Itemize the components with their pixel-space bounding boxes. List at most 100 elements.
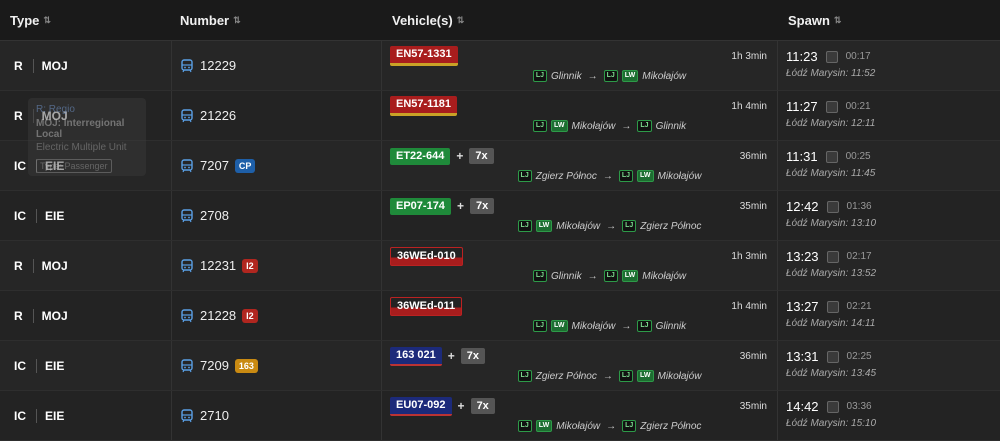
route-from: Glinnik [551, 270, 582, 282]
spawn-checkbox[interactable] [825, 150, 838, 163]
arrival-info: Łódź Marysin: 13:52 [786, 268, 877, 279]
line-tag: LJ [532, 120, 547, 132]
spawn-checkbox[interactable] [826, 300, 839, 313]
header-type[interactable]: Type ⇅ [10, 13, 51, 28]
car-count[interactable]: 7x [469, 148, 494, 164]
table-row[interactable]: R MOJ 12231 I2 36WEd-010 1h 3min LJ Glin… [0, 241, 1000, 291]
sort-icon: ⇅ [43, 14, 51, 25]
arrow-right-icon: → [606, 420, 617, 432]
train-icon [181, 308, 193, 322]
table-row[interactable]: R MOJ 12229 EN57-1331 1h 3min LJ Glinnik… [0, 41, 1000, 91]
sort-icon: ⇅ [456, 14, 465, 25]
arrival-info: Łódź Marysin: 11:45 [786, 168, 876, 179]
train-icon [181, 358, 193, 372]
line-tag: LJ [517, 170, 532, 182]
header-vehicles-label: Vehicle(s) [392, 12, 453, 28]
spawn-time: 11:23 [786, 49, 818, 64]
line-tag: LJ [517, 220, 532, 232]
tooltip-line-1: MOJ: Interregional Local [36, 118, 125, 140]
arrow-right-icon: → [602, 370, 613, 382]
route: LJ LW Mikołajów → LJ Glinnik [390, 120, 769, 132]
type-cell[interactable]: R MOJ [0, 291, 172, 340]
spawn-time: 12:42 [786, 199, 819, 214]
vehicle-badge[interactable]: 36WEd-011 [390, 296, 463, 316]
line-tag: LJ [517, 420, 532, 432]
plus-icon: + [456, 149, 464, 163]
train-icon [181, 258, 193, 272]
vehicle-badge[interactable]: 163 021 [390, 346, 442, 366]
table-body: R MOJ 12229 EN57-1331 1h 3min LJ Glinnik… [0, 41, 1000, 441]
table-row[interactable]: IC EIE 2708 EP07-174 +7x 35min LJ LW Mik… [0, 191, 1000, 241]
spawn-time: 13:31 [786, 349, 819, 364]
arrow-right-icon: → [602, 170, 613, 182]
car-count[interactable]: 7x [469, 198, 495, 214]
divider [32, 58, 34, 73]
arrival-info: Łódź Marysin: 14:11 [786, 318, 876, 329]
vehicle-badge[interactable]: EN57-1331 [390, 46, 458, 66]
header-number[interactable]: Number ⇅ [180, 13, 241, 28]
number-cell: 7207 CP [172, 141, 382, 190]
train-number[interactable]: 12231 [200, 258, 236, 273]
train-icon [181, 158, 193, 172]
number-cell: 2708 [172, 191, 382, 240]
spawn-checkbox[interactable] [826, 250, 839, 263]
train-number[interactable]: 2708 [200, 208, 229, 223]
route: LJ Glinnik → LJ LW Mikołajów [390, 70, 769, 82]
header-number-label: Number [180, 12, 230, 28]
table-row[interactable]: IC EIE 2710 EU07-092 +7x 35min LJ LW Mik… [0, 391, 1000, 441]
train-number[interactable]: 21226 [200, 108, 236, 123]
vehicle-badge[interactable]: 36WEd-010 [390, 246, 463, 266]
spawn-checkbox[interactable] [826, 350, 839, 363]
trip-duration: 1h 4min [731, 101, 767, 112]
route-to: Glinnik [655, 120, 687, 132]
plus-icon: + [456, 199, 464, 213]
type-cell[interactable]: IC EIE [0, 191, 172, 240]
type-cell[interactable]: R MOJ [0, 41, 172, 90]
spawn-countdown: 02:21 [846, 301, 872, 312]
type-cell[interactable]: IC EIE [0, 391, 172, 440]
number-cell: 7209 163 [172, 341, 382, 390]
spawn-checkbox[interactable] [825, 100, 838, 113]
spawn-checkbox[interactable] [826, 400, 839, 413]
header-vehicles[interactable]: Vehicle(s) ⇅ [392, 13, 464, 28]
table-row[interactable]: IC EIE 7209 163 163 021 +7x 36min LJ Zgi… [0, 341, 1000, 391]
train-icon [181, 58, 193, 72]
vehicle-badge[interactable]: EU07-092 [390, 396, 452, 416]
train-number[interactable]: 2710 [200, 408, 229, 423]
route-from: Zgierz Północ [535, 170, 597, 182]
spawn-time: 14:42 [786, 399, 819, 414]
spawn-countdown: 00:21 [845, 101, 871, 112]
vehicle-badge[interactable]: EP07-174 [390, 197, 451, 215]
car-count[interactable]: 7x [470, 398, 495, 414]
divider [32, 308, 34, 323]
train-number[interactable]: 12229 [200, 58, 236, 73]
spawn-cell: 11:31 00:25 Łódź Marysin: 11:45 [778, 141, 1000, 190]
header-type-label: Type [10, 12, 40, 28]
number-cell: 2710 [172, 391, 382, 440]
vehicle-badge[interactable]: EN57-1181 [390, 96, 458, 116]
line-tag: LJ [532, 270, 547, 282]
line-tag: LW [551, 320, 568, 332]
table-row[interactable]: R MOJ 21228 I2 36WEd-011 1h 4min LJ LW M… [0, 291, 1000, 341]
train-number[interactable]: 7207 [200, 158, 229, 173]
table-row[interactable]: R MOJ 21226 EN57-1181 1h 4min LJ LW Miko… [0, 91, 1000, 141]
header-spawn[interactable]: Spawn ⇅ [788, 13, 841, 28]
line-tag: LJ [532, 70, 547, 82]
route-to: Glinnik [655, 320, 687, 332]
spawn-checkbox[interactable] [825, 50, 838, 63]
type-cell[interactable]: R MOJ [0, 241, 172, 290]
line-tag: LJ [622, 420, 637, 432]
line-tag: LW [535, 220, 553, 232]
spawn-countdown: 00:17 [845, 51, 871, 62]
train-number[interactable]: 21228 [200, 308, 236, 323]
trip-duration: 35min [739, 201, 767, 212]
spawn-checkbox[interactable] [826, 200, 839, 213]
route-from: Mikołajów [556, 220, 601, 232]
train-category: R [14, 108, 23, 123]
car-count[interactable]: 7x [460, 348, 486, 364]
train-number[interactable]: 7209 [200, 358, 229, 373]
route-to: Mikołajów [657, 170, 702, 182]
type-cell[interactable]: IC EIE [0, 341, 172, 390]
vehicle-badge[interactable]: ET22-644 [390, 147, 451, 165]
table-row[interactable]: IC EIE 7207 CP ET22-644 +7x 36min LJ Zgi… [0, 141, 1000, 191]
